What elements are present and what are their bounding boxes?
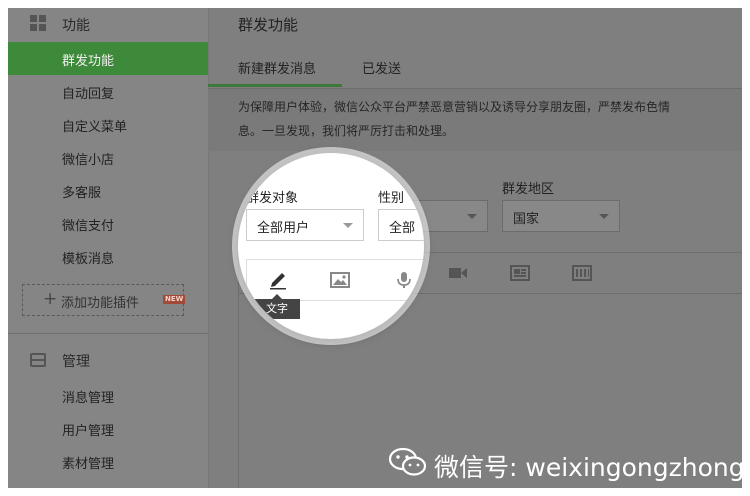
sidebar-item-label: 消息管理: [62, 391, 115, 406]
gender-select[interactable]: 全部: [378, 209, 424, 241]
chevron-down-icon: [599, 214, 609, 219]
sidebar-item-wechat-store[interactable]: 微信小店: [8, 141, 208, 174]
wechat-logo-icon: [388, 447, 427, 476]
active-tab-indicator: [208, 84, 342, 87]
inbox-icon: [30, 353, 46, 367]
tab-new-mass-message[interactable]: 新建群发消息: [238, 58, 316, 77]
wechat-watermark: 微信号: weixingongzhong: [388, 446, 742, 482]
tab-sent[interactable]: 已发送: [362, 58, 401, 77]
magnifier-lens: 群发对象 全部用户 性别 全部 文字: [238, 153, 424, 339]
section-manage-label: 管理: [62, 354, 90, 370]
section-features-header: 功能: [8, 8, 208, 38]
policy-notice: 为保障用户体验，微信公众平台严禁恶意营销以及诱导分享朋友圈，严禁发布色情 息。一…: [208, 89, 742, 151]
sidebar-item-label: 微信支付: [62, 219, 115, 234]
sidebar-item-mass-send[interactable]: 群发功能: [8, 42, 208, 75]
sidebar-item-label: 多客服: [62, 186, 102, 201]
gender-select-value: 全部: [389, 221, 416, 236]
gender-label: 性别: [378, 191, 405, 206]
sidebar-item-material-manage[interactable]: 素材管理: [8, 445, 208, 478]
notice-line-1: 为保障用户体验，微信公众平台严禁恶意营销以及诱导分享朋友圈，严禁发布色情: [238, 100, 671, 114]
card-icon[interactable]: [571, 263, 593, 283]
target-select[interactable]: 全部用户: [246, 209, 364, 241]
sidebar: 功能 群发功能 自动回复 自定义菜单 微信小店 多客服 微信支付 模板消息 + …: [8, 8, 209, 488]
sidebar-item-label: 自定义菜单: [62, 120, 128, 135]
sidebar-item-label: 用户管理: [62, 424, 115, 439]
app-frame: 功能 群发功能 自动回复 自定义菜单 微信小店 多客服 微信支付 模板消息 + …: [8, 8, 742, 488]
add-plugin-label: 添加功能插件: [61, 296, 140, 311]
page-title: 群发功能: [238, 16, 299, 34]
tab-bar: 新建群发消息 已发送: [208, 48, 742, 89]
video-icon[interactable]: [447, 263, 469, 283]
target-select-value: 全部用户: [257, 221, 310, 236]
pencil-icon[interactable]: [267, 270, 289, 290]
region-select[interactable]: 国家: [502, 200, 620, 232]
sidebar-item-wechat-pay[interactable]: 微信支付: [8, 207, 208, 240]
chevron-down-icon: [343, 223, 353, 228]
add-plugin-button[interactable]: + 添加功能插件 NEW: [22, 284, 186, 316]
image-icon[interactable]: [329, 270, 351, 290]
sidebar-item-user-manage[interactable]: 用户管理: [8, 412, 208, 445]
microphone-icon[interactable]: [393, 270, 415, 290]
new-badge: NEW: [163, 295, 186, 304]
sidebar-item-message-manage[interactable]: 消息管理: [8, 379, 208, 412]
section-features-label: 功能: [62, 18, 90, 34]
plus-icon: +: [43, 289, 58, 309]
watermark-text: 微信号: weixingongzhong: [434, 453, 742, 482]
grid-icon: [30, 15, 46, 31]
sidebar-item-label: 群发功能: [62, 54, 115, 69]
section-manage-header: 管理: [8, 344, 208, 374]
region-select-value: 国家: [513, 212, 540, 227]
tooltip-text: 文字: [254, 294, 300, 319]
notice-line-2: 息。一旦发现，我们将严厉打击和处理。: [238, 124, 455, 138]
sidebar-item-label: 自动回复: [62, 87, 115, 102]
article-icon[interactable]: [509, 263, 531, 283]
sidebar-item-auto-reply[interactable]: 自动回复: [8, 75, 208, 108]
sidebar-item-label: 模板消息: [62, 252, 115, 267]
chevron-down-icon: [467, 214, 477, 219]
sidebar-item-label: 微信小店: [62, 153, 115, 168]
sidebar-divider: [8, 333, 208, 334]
region-label: 群发地区: [502, 182, 555, 197]
sidebar-item-customer-service[interactable]: 多客服: [8, 174, 208, 207]
sidebar-item-template-message[interactable]: 模板消息: [8, 240, 208, 273]
sidebar-item-custom-menu[interactable]: 自定义菜单: [8, 108, 208, 141]
sidebar-item-label: 素材管理: [62, 457, 115, 472]
target-label: 群发对象: [246, 191, 299, 206]
